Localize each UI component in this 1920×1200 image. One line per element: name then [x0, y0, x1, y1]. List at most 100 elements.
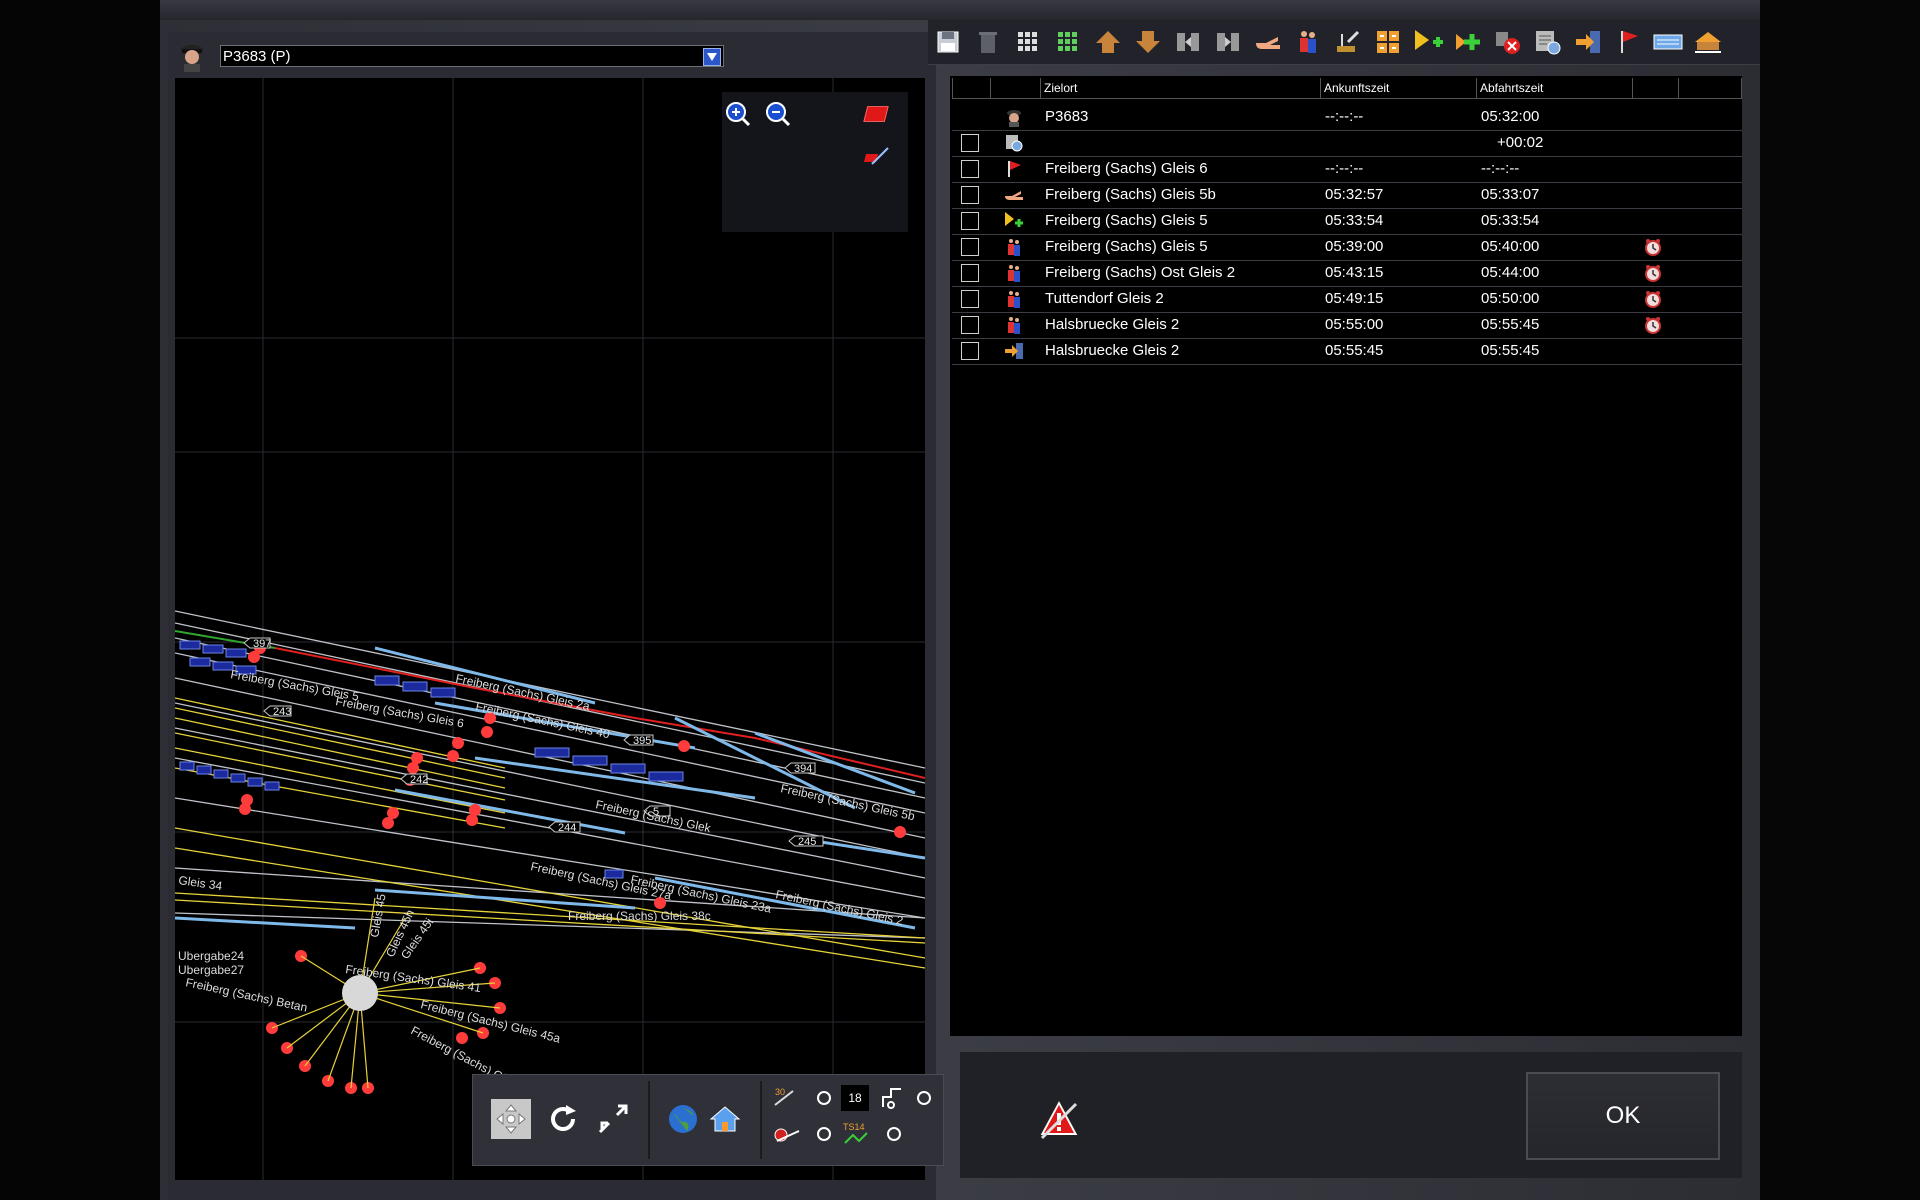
row-checkbox[interactable]	[961, 316, 979, 334]
row-ankunftszeit: 05:55:45	[1325, 342, 1384, 359]
signal-radio[interactable]	[817, 1127, 831, 1141]
globe-icon[interactable]	[663, 1099, 703, 1139]
red-flag-icon	[1004, 160, 1024, 178]
zoom-controls	[722, 92, 908, 232]
row-checkbox[interactable]	[961, 186, 979, 204]
row-zielort: Freiberg (Sachs) Gleis 6	[1045, 160, 1208, 177]
hand-pointer-icon[interactable]	[1252, 26, 1284, 58]
add-green-icon[interactable]	[1452, 26, 1484, 58]
tiles-icon[interactable]	[1372, 26, 1404, 58]
zoom-out-icon[interactable]	[764, 100, 792, 128]
speed-value[interactable]: 18	[841, 1085, 869, 1111]
svg-text:30: 30	[775, 1087, 785, 1097]
header-icon-col	[990, 78, 1040, 98]
table-row[interactable]: +00:02	[952, 130, 1742, 157]
settings-icon[interactable]	[1532, 26, 1564, 58]
warning-icon[interactable]	[1036, 1096, 1082, 1140]
row-zielort: Freiberg (Sachs) Gleis 5	[1045, 212, 1208, 229]
row-checkbox[interactable]	[961, 238, 979, 256]
row-checkbox[interactable]	[961, 290, 979, 308]
alarm-clock-icon[interactable]	[1644, 238, 1662, 256]
row-abfahrtszeit: 05:55:45	[1481, 342, 1540, 359]
row-abfahrtszeit: 05:55:45	[1481, 316, 1540, 333]
row-checkbox[interactable]	[961, 342, 979, 360]
track-map[interactable]: 397 395 394 243 242 5 244 245 Freiberg (…	[175, 78, 925, 1180]
table-row[interactable]: Tuttendorf Gleis 2 05:49:15 05:50:00	[952, 286, 1742, 313]
signal-red-icon[interactable]	[773, 1121, 803, 1147]
row-zielort: Freiberg (Sachs) Gleis 5	[1045, 238, 1208, 255]
ts-radio[interactable]	[887, 1127, 901, 1141]
map-label: 397	[253, 638, 271, 650]
delete-icon[interactable]	[972, 26, 1004, 58]
row-zielort: Freiberg (Sachs) Ost Gleis 2	[1045, 264, 1236, 281]
settings-gear-icon	[1004, 134, 1024, 152]
exit-icon[interactable]	[1572, 26, 1604, 58]
table-row[interactable]: Halsbruecke Gleis 2 05:55:45 05:55:45	[952, 338, 1742, 365]
eraser-pen-icon[interactable]	[862, 142, 890, 170]
table-row[interactable]: Freiberg (Sachs) Gleis 6 --:--:-- --:--:--	[952, 156, 1742, 183]
alarm-clock-icon[interactable]	[1644, 264, 1662, 282]
header-abfahrtszeit[interactable]: Abfahrtszeit	[1476, 78, 1632, 98]
row-abfahrtszeit: 05:33:07	[1481, 186, 1540, 203]
fit-view-icon[interactable]	[491, 1099, 531, 1139]
grid-small-icon[interactable]	[1012, 26, 1044, 58]
map-label: 395	[633, 735, 651, 747]
insert-right-icon[interactable]	[1212, 26, 1244, 58]
track-switch-radio[interactable]	[917, 1091, 931, 1105]
table-row[interactable]: P3683 --:--:-- 05:32:00	[952, 104, 1742, 131]
editor-toolbar	[928, 20, 1760, 65]
map-label: 243	[273, 706, 291, 718]
row-ankunftszeit: 05:43:15	[1325, 264, 1384, 281]
row-ankunftszeit: 05:49:15	[1325, 290, 1384, 307]
speed-limit-radio[interactable]	[817, 1091, 831, 1105]
track-switch-icon[interactable]	[879, 1085, 905, 1111]
map-label: Gleis 34	[178, 873, 224, 893]
table-row[interactable]: Freiberg (Sachs) Gleis 5b 05:32:57 05:33:0…	[952, 182, 1742, 209]
grid-green-icon[interactable]	[1052, 26, 1084, 58]
row-checkbox[interactable]	[961, 212, 979, 230]
zoom-in-icon[interactable]	[724, 100, 752, 128]
map-label: 394	[794, 763, 812, 775]
driver-icon	[176, 40, 208, 72]
ts-icon[interactable]: TS14	[841, 1121, 871, 1147]
header-ankunftszeit[interactable]: Ankunftszeit	[1320, 78, 1476, 98]
alarm-clock-icon[interactable]	[1644, 316, 1662, 334]
speed-limit-icon[interactable]: 30	[773, 1085, 803, 1109]
row-checkbox[interactable]	[961, 264, 979, 282]
red-flag-icon[interactable]	[1612, 26, 1644, 58]
remove-red-icon[interactable]	[1492, 26, 1524, 58]
table-row[interactable]: Freiberg (Sachs) Ost Gleis 2 05:43:15 05:4…	[952, 260, 1742, 287]
map-label: Freiberg (Sachs) Gleis 5b	[779, 781, 916, 823]
header-zielort[interactable]: Zielort	[1040, 78, 1320, 98]
passengers-icon[interactable]	[1292, 26, 1324, 58]
insert-left-icon[interactable]	[1172, 26, 1204, 58]
map-label: Freiberg (Sachs) Betan	[184, 975, 308, 1014]
passengers-icon	[1004, 264, 1024, 282]
row-abfahrtszeit: --:--:--	[1481, 160, 1520, 177]
train-select[interactable]: P3683 (P)	[220, 45, 724, 67]
map-label: Ubergabe24	[178, 949, 244, 963]
driver-icon	[1004, 108, 1024, 127]
table-row[interactable]: Freiberg (Sachs) Gleis 5 05:39:00 05:40:00	[952, 234, 1742, 261]
move-up-icon[interactable]	[1092, 26, 1124, 58]
row-zielort: Freiberg (Sachs) Gleis 5b	[1045, 186, 1216, 203]
eraser-icon[interactable]	[862, 100, 890, 128]
expand-icon[interactable]	[593, 1099, 633, 1139]
keyboard-icon[interactable]	[1652, 26, 1684, 58]
table-row[interactable]: Freiberg (Sachs) Gleis 5 05:33:54 05:33:54	[952, 208, 1742, 235]
save-icon[interactable]	[932, 26, 964, 58]
rotate-icon[interactable]	[543, 1099, 583, 1139]
move-down-icon[interactable]	[1132, 26, 1164, 58]
station-roof-icon[interactable]	[1692, 26, 1724, 58]
signal-wrench-icon[interactable]	[1332, 26, 1364, 58]
add-path-icon[interactable]	[1412, 26, 1444, 58]
ok-button[interactable]: OK	[1526, 1072, 1720, 1160]
alarm-clock-icon[interactable]	[1644, 290, 1662, 308]
row-abfahrtszeit: 05:44:00	[1481, 264, 1540, 281]
row-checkbox[interactable]	[961, 160, 979, 178]
table-row[interactable]: Halsbruecke Gleis 2 05:55:00 05:55:45	[952, 312, 1742, 339]
home-icon[interactable]	[705, 1099, 745, 1139]
map-label: Freiberg (Sachs) Gleis 38c	[568, 909, 711, 923]
row-checkbox[interactable]	[961, 134, 979, 152]
chevron-down-icon[interactable]	[703, 48, 721, 66]
